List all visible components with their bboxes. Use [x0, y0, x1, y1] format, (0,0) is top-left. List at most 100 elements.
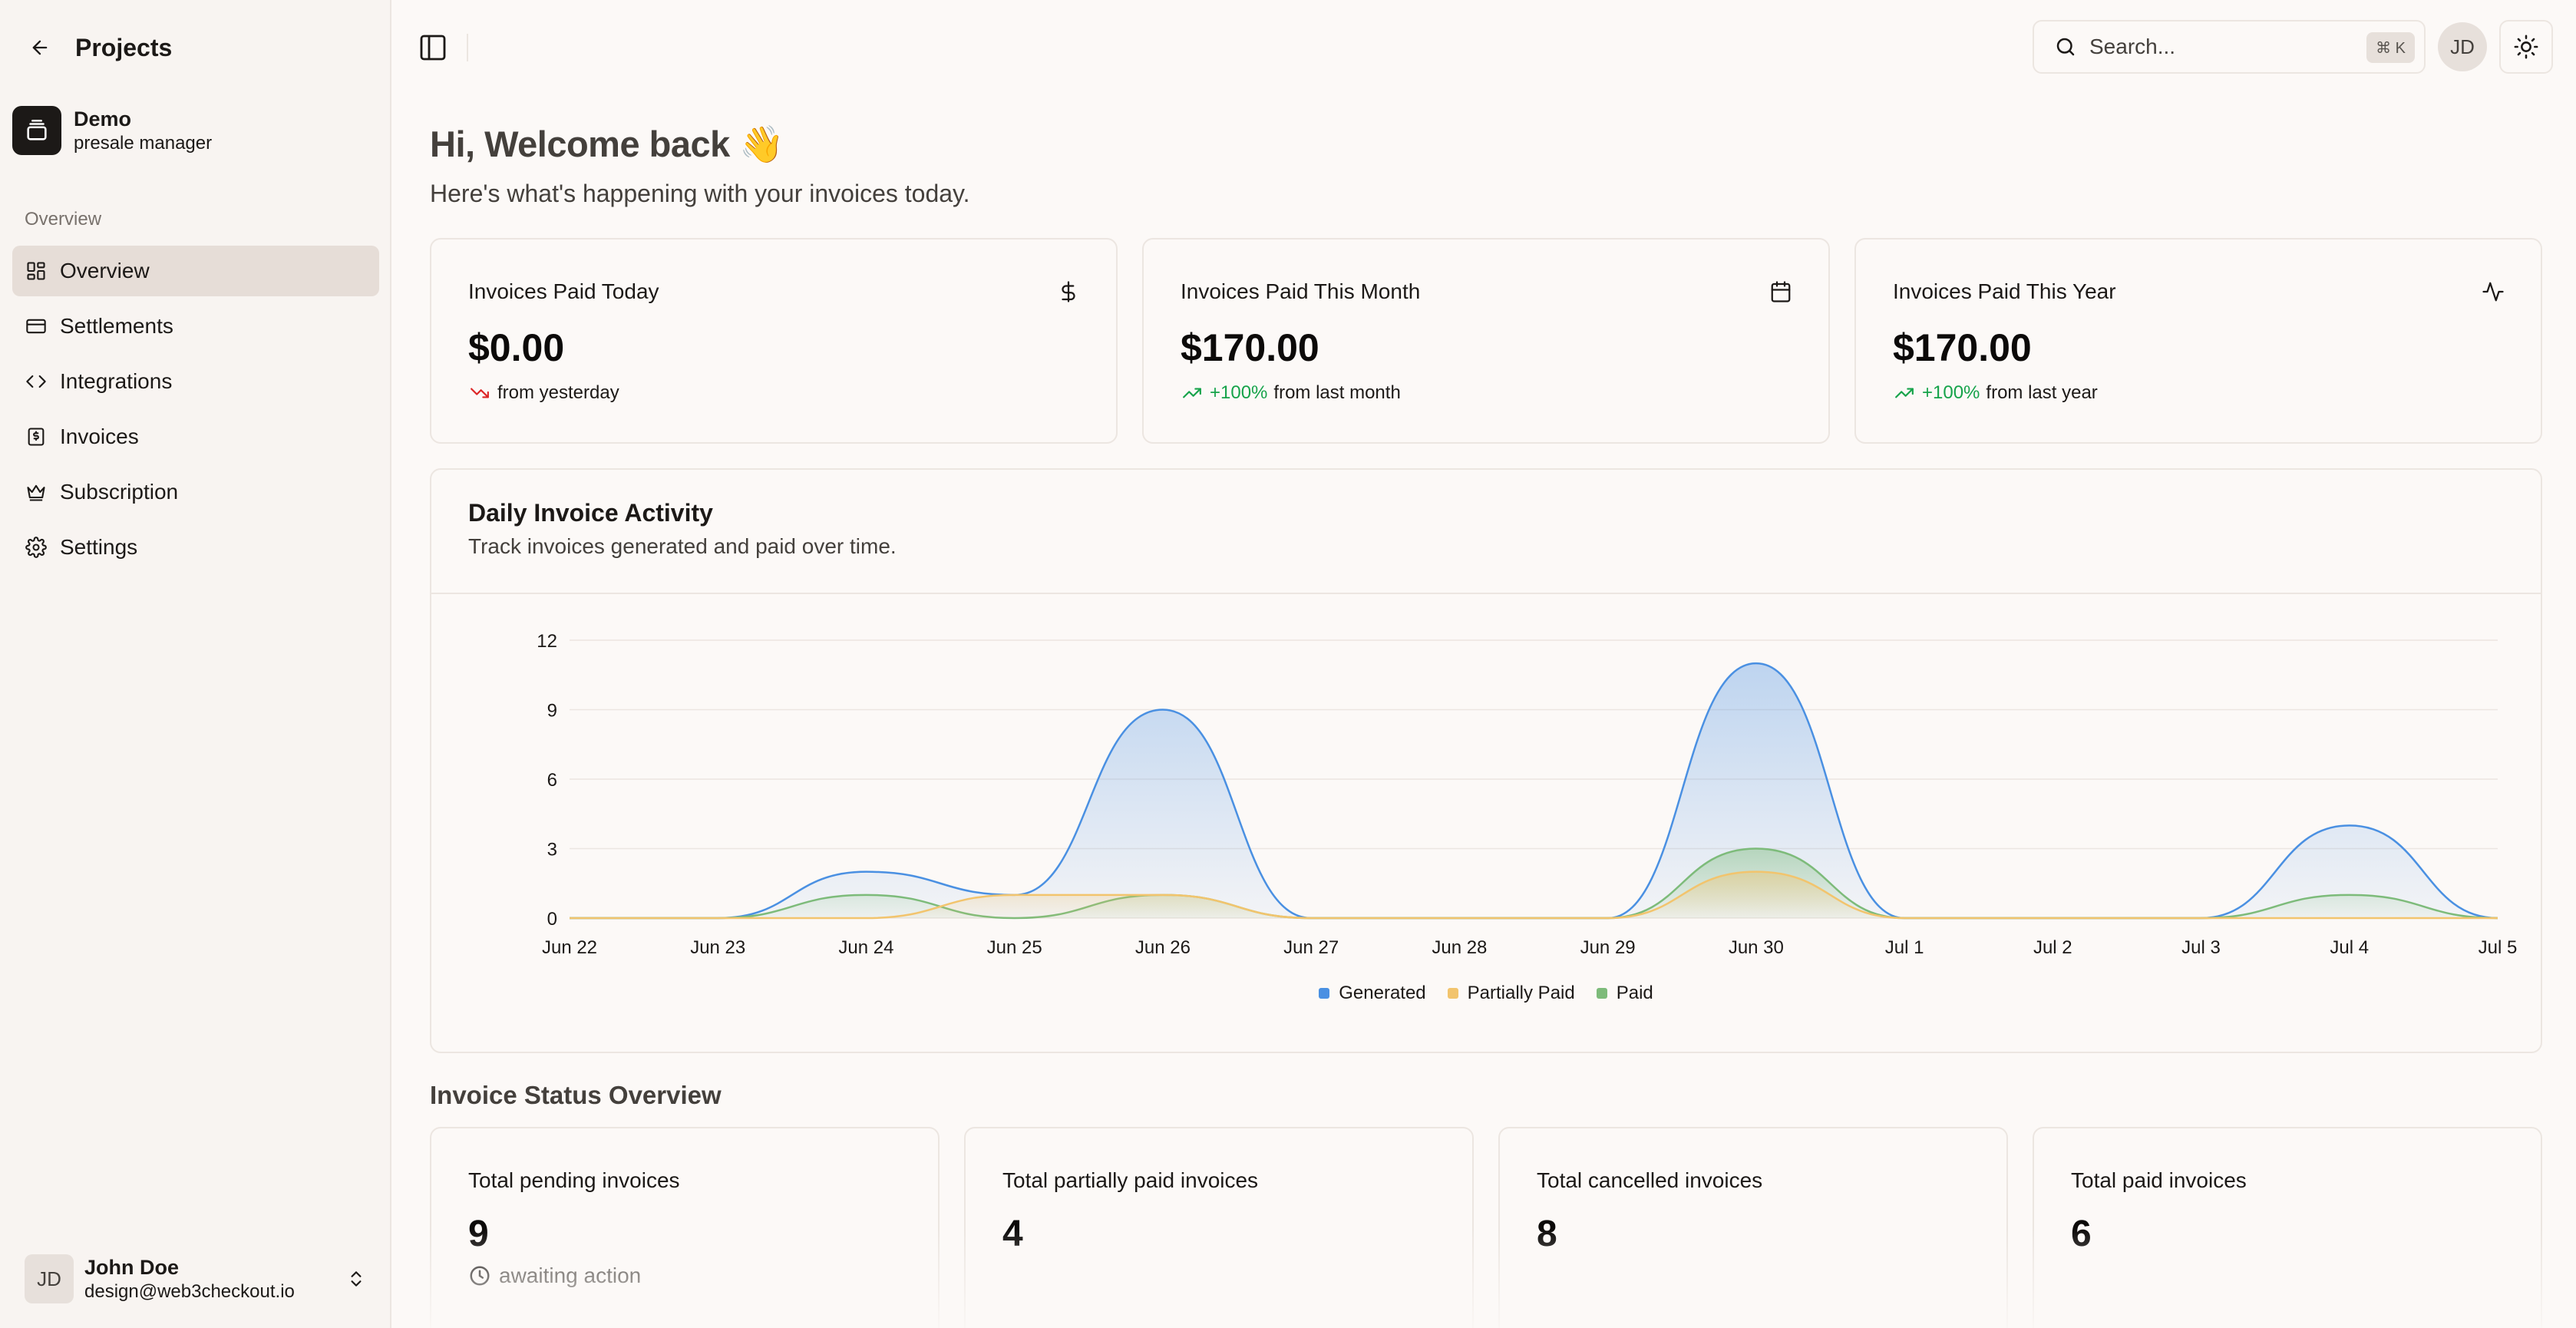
sidebar-item-invoices[interactable]: Invoices: [12, 411, 379, 462]
org-role: presale manager: [74, 133, 213, 154]
stat-label: Invoices Paid Today: [468, 279, 659, 303]
search-icon: [2056, 38, 2075, 56]
page-title: Hi, Welcome back 👋: [430, 124, 784, 164]
stat-change: +100% from last year: [1893, 382, 2098, 404]
sun-icon: [2514, 35, 2538, 59]
sidebar-toggle-button[interactable]: [414, 29, 451, 66]
status-value: 6: [2071, 1214, 2092, 1254]
stat-card-paid-month: Invoices Paid This Month $170.00 +100% f…: [1142, 238, 1830, 444]
x-tick-label: Jun 25: [987, 937, 1042, 958]
avatar[interactable]: JD: [2438, 22, 2487, 71]
gear-icon: [25, 536, 48, 559]
stat-label: Invoices Paid This Month: [1181, 279, 1421, 303]
stat-change-percent: +100%: [1922, 382, 1980, 403]
status-value: 9: [468, 1214, 489, 1254]
legend-item[interactable]: Partially Paid: [1447, 983, 1575, 1004]
x-tick-label: Jun 28: [1432, 937, 1487, 958]
search-input[interactable]: Search... ⌘ K: [2033, 20, 2426, 74]
user-menu[interactable]: JD John Doe design@web3checkout.io: [25, 1254, 370, 1303]
sidebar-item-overview[interactable]: Overview: [12, 246, 379, 296]
credit-card-icon: [25, 315, 48, 338]
x-tick-label: Jun 30: [1729, 937, 1784, 958]
x-tick-label: Jul 5: [2479, 937, 2518, 958]
toolbar-divider: [467, 34, 468, 61]
x-tick-label: Jul 2: [2033, 937, 2072, 958]
legend-label: Paid: [1616, 983, 1653, 1003]
legend-label: Partially Paid: [1467, 983, 1575, 1003]
crown-icon: [25, 481, 48, 504]
x-tick-label: Jun 26: [1135, 937, 1191, 958]
org-switcher[interactable]: Demo presale manager: [12, 106, 212, 155]
status-label: Total pending invoices: [468, 1168, 680, 1192]
status-label: Total cancelled invoices: [1537, 1168, 1763, 1192]
sidebar-item-label: Invoices: [60, 424, 139, 448]
calendar-icon: [1767, 278, 1795, 306]
stat-label: Invoices Paid This Year: [1893, 279, 2116, 303]
y-tick-label: 12: [537, 631, 557, 652]
y-tick-label: 0: [547, 909, 557, 930]
status-card-pending: Total pending invoices 9 awaiting action: [430, 1127, 940, 1328]
sidebar-title: Projects: [75, 33, 173, 61]
clock-icon: [468, 1264, 491, 1287]
sidebar-item-settings[interactable]: Settings: [12, 522, 379, 573]
legend-label: Generated: [1339, 983, 1426, 1003]
y-tick-label: 6: [547, 770, 557, 791]
x-tick-label: Jun 22: [542, 937, 597, 958]
activity-icon: [2479, 278, 2507, 306]
x-tick-label: Jun 24: [838, 937, 893, 958]
back-button[interactable]: [25, 32, 55, 63]
sidebar-item-settlements[interactable]: Settlements: [12, 301, 379, 352]
stat-card-paid-year: Invoices Paid This Year $170.00 +100% fr…: [1854, 238, 2542, 444]
sidebar-item-integrations[interactable]: Integrations: [12, 356, 379, 407]
code-icon: [25, 370, 48, 393]
legend-swatch: [1596, 988, 1607, 999]
legend-item[interactable]: Generated: [1319, 983, 1426, 1004]
stat-change-note: from last year: [1986, 382, 2098, 403]
sidebar-section-label: Overview: [25, 209, 102, 230]
area-chart[interactable]: 0 3 6 9 12 Jun 22 Jun 23 Jun 24 Jun 25 Jun 26 Jun …: [431, 470, 2541, 976]
status-note: awaiting action: [468, 1264, 641, 1288]
search-placeholder: Search...: [2089, 35, 2176, 58]
avatar: JD: [25, 1254, 74, 1303]
stat-card-paid-today: Invoices Paid Today $0.00 from yesterday: [430, 238, 1118, 444]
page-subtitle: Here's what's happening with your invoic…: [430, 180, 970, 207]
status-label: Total partially paid invoices: [1002, 1168, 1259, 1192]
stat-change-note: from yesterday: [497, 382, 619, 403]
y-tick-label: 3: [547, 840, 557, 861]
status-note-text: awaiting action: [499, 1264, 642, 1287]
status-card-cancelled: Total cancelled invoices 8: [1498, 1127, 2008, 1328]
user-name: John Doe: [84, 1256, 180, 1279]
sidebar-item-label: Settlements: [60, 314, 173, 338]
sidebar-item-label: Integrations: [60, 369, 173, 393]
status-value: 4: [1002, 1214, 1023, 1254]
sidebar-item-label: Overview: [60, 259, 150, 282]
theme-toggle-button[interactable]: [2499, 20, 2553, 74]
stat-value: $170.00: [1181, 326, 1319, 369]
legend-item[interactable]: Paid: [1596, 983, 1653, 1004]
section-title: Invoice Status Overview: [430, 1081, 722, 1109]
arrow-left-icon: [32, 40, 48, 55]
series-area-generated: [570, 663, 2498, 918]
sidebar-item-subscription[interactable]: Subscription: [12, 467, 379, 517]
trending-up-icon: [1181, 383, 1204, 403]
x-tick-label: Jul 4: [2330, 937, 2369, 958]
sidebar: Projects Demo presale manager Overview O…: [0, 0, 391, 1328]
sidebar-header: Projects: [25, 28, 172, 68]
invoice-icon: [25, 425, 48, 448]
status-card-paid: Total paid invoices 6: [2033, 1127, 2542, 1328]
daily-activity-card: Daily Invoice Activity Track invoices ge…: [430, 468, 2542, 1053]
org-logo-icon: [12, 106, 61, 155]
status-card-partially-paid: Total partially paid invoices 4: [964, 1127, 1474, 1328]
user-email: design@web3checkout.io: [84, 1281, 295, 1302]
x-tick-label: Jun 23: [690, 937, 745, 958]
stat-change: +100% from last month: [1181, 382, 1401, 404]
status-label: Total paid invoices: [2071, 1168, 2247, 1192]
org-name: Demo: [74, 107, 132, 130]
sidebar-nav: Overview Settlements Integrations Invoic…: [12, 246, 379, 577]
trending-down-icon: [468, 383, 491, 403]
legend-swatch: [1447, 988, 1458, 999]
x-tick-label: Jul 3: [2181, 937, 2221, 958]
trending-up-icon: [1893, 383, 1916, 403]
stat-change-percent: +100%: [1210, 382, 1268, 403]
chart-legend: Generated Partially Paid Paid: [431, 983, 2541, 1004]
